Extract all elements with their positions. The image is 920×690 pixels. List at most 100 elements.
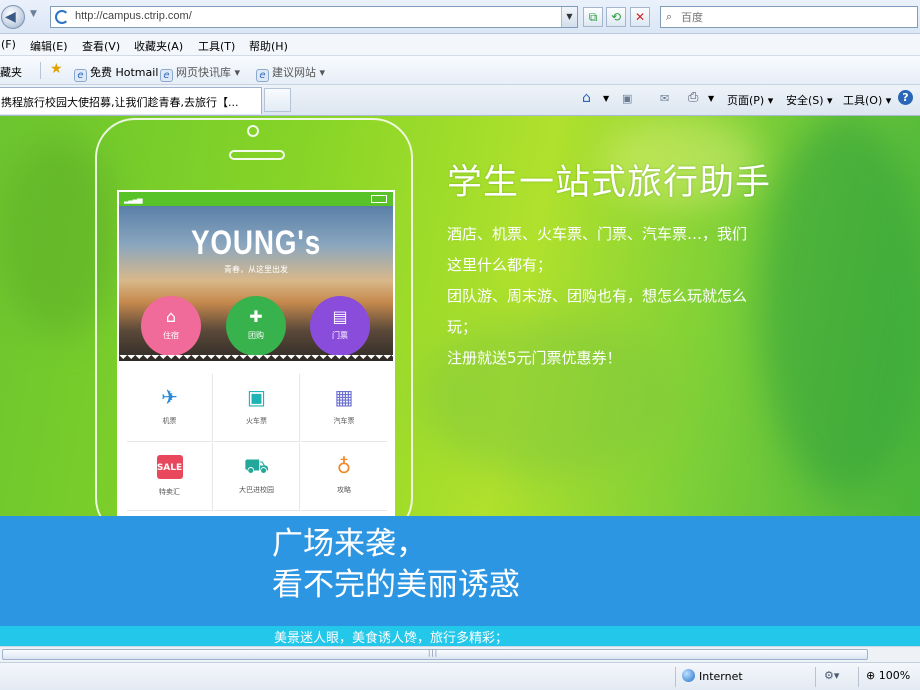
favorites-divider (40, 62, 41, 79)
fav-link-webslice[interactable]: e 网页快讯库 ▾ (160, 64, 240, 82)
fav-link-suggested-label: 建议网站 ▾ (272, 66, 326, 79)
train-icon: ▣ (247, 385, 266, 409)
app-grid-train[interactable]: ▣ 火车票 (214, 374, 300, 442)
band-caption: 美景迷人眼，美食诱人馋，旅行多精彩； (274, 631, 509, 646)
menu-view[interactable]: 查看(V) (82, 38, 120, 54)
menu-file[interactable]: (F) (1, 38, 16, 51)
address-dropdown-icon[interactable]: ▼ (561, 7, 577, 27)
safety-menu[interactable]: 安全(S) ▾ (786, 92, 833, 108)
campus-bus-icon: ⛟ (243, 454, 270, 478)
fav-link-webslice-label: 网页快讯库 ▾ (176, 66, 241, 79)
promo-line: 这里什么都有； (447, 256, 553, 274)
phone-speaker (229, 150, 285, 160)
page-menu[interactable]: 页面(P) ▾ (727, 92, 773, 108)
address-toolbar: ◀ ▼ http://campus.ctrip.com/ ▼ ⧉ ⟲ ✕ ⌕ (0, 0, 920, 34)
phone-status-bar: ▂▃▄▅ (119, 192, 393, 206)
promo-band: 广场来袭， 看不完的美丽诱惑 (0, 516, 920, 626)
band-title-line2: 看不完的美丽诱惑 (272, 567, 520, 603)
refresh-button[interactable]: ⟲ (606, 7, 626, 27)
home-icon[interactable]: ⌂ (582, 90, 591, 106)
favorites-label[interactable]: 收藏夹 (0, 64, 22, 80)
help-icon[interactable]: ? (898, 90, 913, 105)
app-hero-subtitle: 青春，从这里出发 (224, 265, 288, 274)
refresh-icon: ⟲ (610, 10, 622, 24)
print-dropdown-icon[interactable]: ▼ (708, 94, 714, 103)
status-divider (815, 667, 816, 687)
history-dropdown-icon[interactable]: ▼ (30, 9, 37, 19)
tab-active[interactable]: 携程旅行校园大使招募,让我们趁青春,去旅行【... (0, 87, 262, 114)
mail-icon[interactable]: ✉ (660, 92, 669, 105)
app-grid-label: 大巴进校园 (239, 486, 274, 494)
compatibility-view-button[interactable]: ⧉ (583, 7, 603, 27)
zoom-level[interactable]: ⊕ 100% (866, 669, 910, 682)
band-title-line1: 广场来袭， (272, 526, 427, 562)
bed-icon: ⌂ (165, 307, 177, 326)
signal-icon: ▂▃▄▅ (124, 196, 143, 204)
stop-icon: ✕ (634, 10, 646, 24)
app-grid-flights[interactable]: ✈ 机票 (127, 374, 213, 442)
app-grid-sale[interactable]: SALE 特卖汇 (127, 443, 213, 511)
app-button-tickets[interactable]: ▤ 门票 (310, 296, 370, 356)
app-grid-label: 攻略 (337, 486, 351, 494)
compatibility-icon: ⧉ (588, 10, 598, 24)
page-banner: ▂▃▄▅ YOUNG's 青春，从这里出发 ⌂ 住宿 ✚ 团购 ▤ 门票 ✈ 机… (0, 116, 920, 646)
print-icon[interactable]: ⎙ (688, 90, 698, 105)
star-plus-icon: ★ (50, 61, 63, 77)
fav-link-hotmail[interactable]: e 免费 Hotmail (74, 64, 158, 82)
app-grid-guides[interactable]: ♁ 攻略 (301, 443, 387, 511)
protected-mode-icon[interactable]: ⚙▾ (824, 669, 839, 682)
menu-edit[interactable]: 编辑(E) (30, 38, 68, 54)
fav-link-hotmail-label: 免费 Hotmail (90, 66, 159, 79)
stop-button[interactable]: ✕ (630, 7, 650, 27)
app-button-groupbuy[interactable]: ✚ 团购 (226, 296, 286, 356)
promo-line: 酒店、机票、火车票、门票、汽车票…，我们 (447, 225, 748, 243)
plane-icon: ✈ (161, 385, 178, 409)
promo-description: 酒店、机票、火车票、门票、汽车票…，我们 这里什么都有； 团队游、周末游、团购也… (447, 219, 797, 374)
new-tab-button[interactable] (264, 88, 291, 112)
app-service-grid: ✈ 机票 ▣ 火车票 ▦ 汽车票 SALE 特卖汇 ⛟ 大巴进校园 ♁ 攻略 (127, 374, 387, 514)
ie-page-icon: e (74, 69, 87, 82)
tab-title: 携程旅行校园大使招募,让我们趁青春,去旅行【... (1, 96, 239, 109)
search-input[interactable] (681, 9, 911, 25)
ie-page-icon: e (160, 69, 173, 82)
menu-favorites[interactable]: 收藏夹(A) (134, 38, 183, 54)
bus-icon: ▦ (334, 385, 354, 409)
zigzag-divider (119, 355, 393, 363)
security-zone[interactable]: Internet (682, 669, 743, 683)
back-arrow-icon: ◀ (5, 9, 16, 25)
tag-icon: ✚ (249, 307, 263, 326)
security-zone-label: Internet (699, 670, 743, 683)
status-divider (675, 667, 676, 687)
app-grid-bus[interactable]: ▦ 汽车票 (301, 374, 387, 442)
app-grid-campus-bus[interactable]: ⛟ 大巴进校园 (214, 443, 300, 511)
app-button-label: 门票 (332, 331, 348, 340)
app-button-lodging[interactable]: ⌂ 住宿 (141, 296, 201, 356)
battery-icon (371, 195, 387, 203)
phone-screen: ▂▃▄▅ YOUNG's 青春，从这里出发 ⌂ 住宿 ✚ 团购 ▤ 门票 ✈ 机… (117, 190, 395, 520)
balloon-icon: ♁ (336, 454, 352, 478)
horizontal-scrollbar[interactable]: ||| (0, 646, 920, 662)
home-dropdown-icon[interactable]: ▼ (603, 94, 609, 103)
search-box[interactable]: ⌕ (660, 6, 918, 28)
zoom-icon: ⊕ (866, 669, 876, 682)
search-icon: ⌕ (666, 10, 673, 23)
phone-camera (247, 125, 259, 137)
ie-page-icon: e (256, 69, 269, 82)
tools-menu[interactable]: 工具(O) ▾ (843, 92, 891, 108)
caption-band: 美景迷人眼，美食诱人馋，旅行多精彩； (0, 626, 920, 646)
menu-tools[interactable]: 工具(T) (198, 38, 235, 54)
app-grid-label: 汽车票 (333, 417, 355, 425)
menu-help[interactable]: 帮助(H) (249, 38, 288, 54)
fav-link-suggested[interactable]: e 建议网站 ▾ (256, 64, 325, 82)
status-bar: Internet ⚙▾ ⊕ 100% (0, 662, 920, 690)
app-button-label: 住宿 (163, 331, 179, 340)
app-grid-label: 火车票 (246, 417, 267, 425)
address-url[interactable]: http://campus.ctrip.com/ (75, 10, 192, 22)
feeds-icon[interactable]: ▣ (622, 92, 632, 105)
promo-line: 玩； (447, 318, 478, 336)
promo-headline: 学生一站式旅行助手 (447, 163, 772, 203)
add-favorite-button[interactable]: ★ (50, 61, 63, 77)
ticket-icon: ▤ (332, 307, 348, 326)
address-bar[interactable]: http://campus.ctrip.com/ ▼ (50, 6, 578, 28)
back-button[interactable]: ◀ (1, 5, 25, 29)
